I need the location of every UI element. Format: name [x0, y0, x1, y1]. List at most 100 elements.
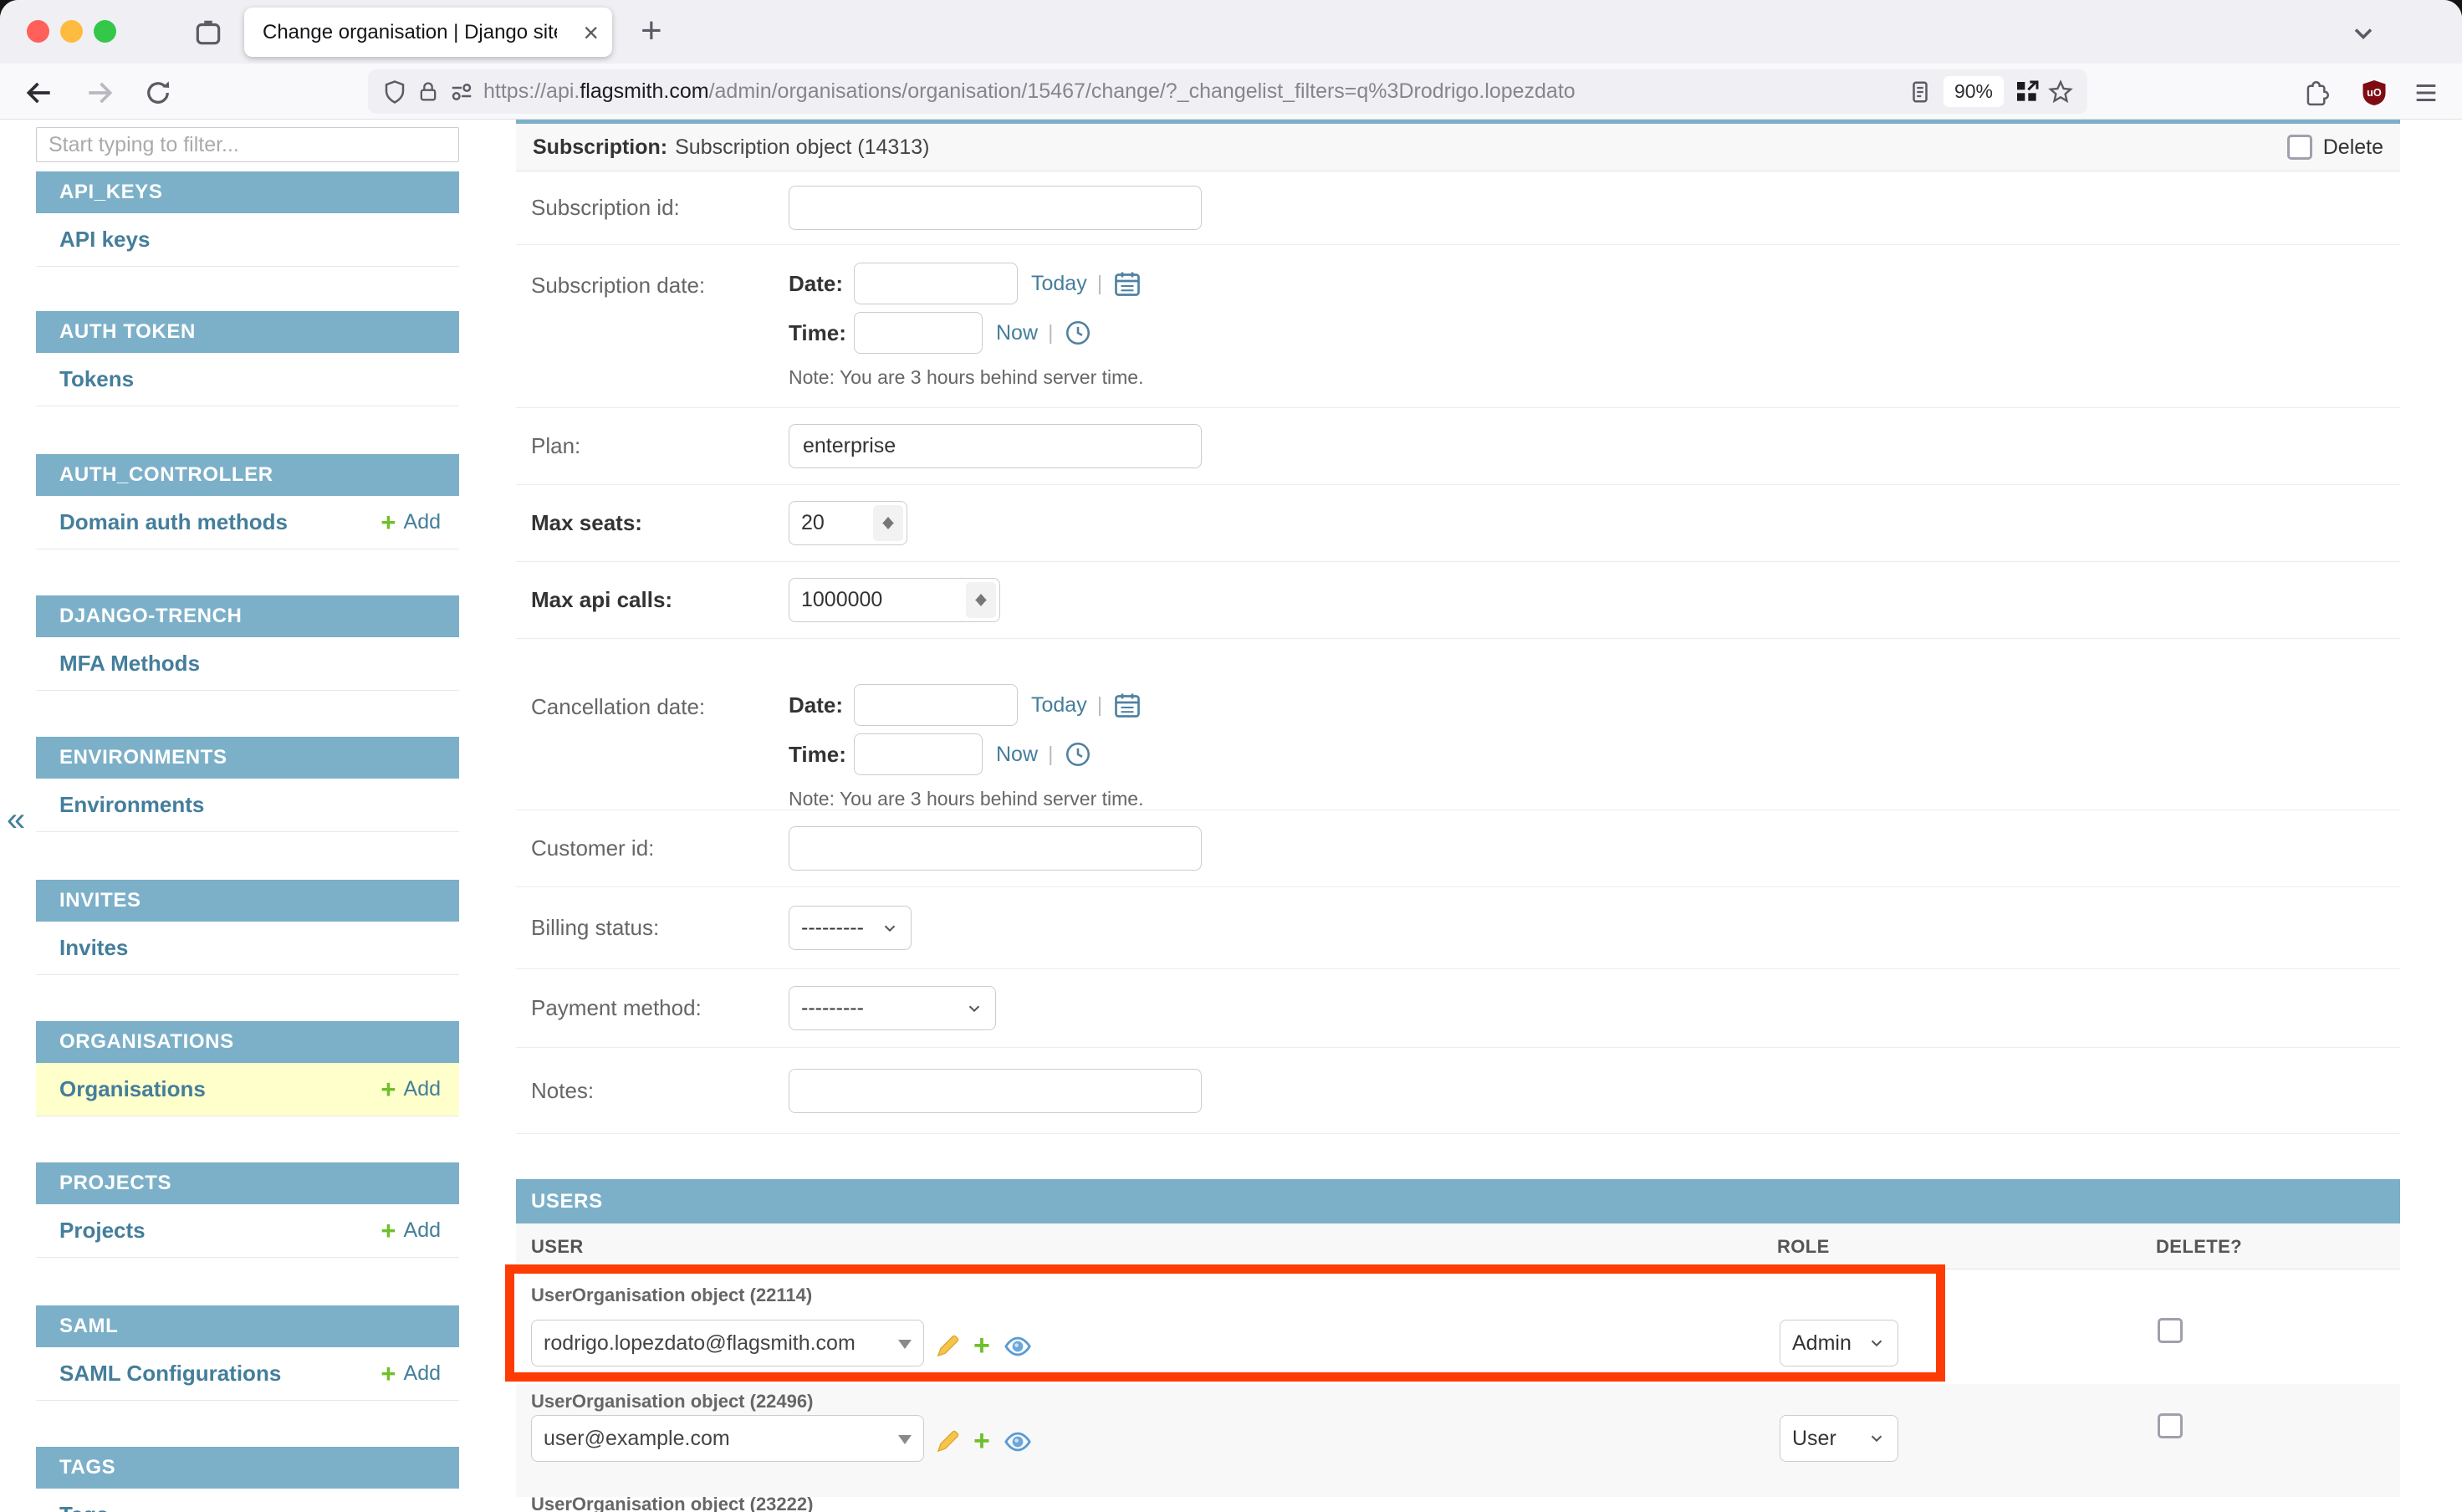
ublock-origin-icon[interactable]: uO: [2355, 74, 2393, 112]
today-link[interactable]: Today: [1031, 272, 1087, 296]
add-organisation-link[interactable]: +Add: [381, 1076, 441, 1102]
plus-icon: +: [381, 1361, 396, 1387]
today-link[interactable]: Today: [1031, 693, 1087, 718]
edit-pencil-icon[interactable]: [935, 1429, 960, 1454]
subscription-date-input[interactable]: [854, 263, 1018, 304]
browser-tab[interactable]: Change organisation | Django site admin …: [244, 8, 612, 57]
user-row: UserOrganisation object (23222): [516, 1497, 2400, 1512]
max-seats-stepper[interactable]: [789, 501, 907, 545]
plus-icon: +: [381, 1076, 396, 1102]
sidebar-item-api-keys[interactable]: API keys: [36, 213, 459, 267]
add-project-link[interactable]: +Add: [381, 1218, 441, 1244]
now-link[interactable]: Now: [996, 321, 1038, 345]
reader-view-icon[interactable]: [1903, 75, 1937, 109]
user-select[interactable]: user@example.com: [531, 1415, 924, 1462]
role-select[interactable]: User: [1780, 1415, 1898, 1462]
sidebar-item-mfa-methods[interactable]: MFA Methods: [36, 637, 459, 691]
billing-status-select[interactable]: ---------: [789, 906, 912, 950]
extensions-puzzle-icon[interactable]: [2298, 74, 2337, 112]
sidebar-section-projects: PROJECTS: [36, 1162, 459, 1204]
subscription-id-input[interactable]: [789, 186, 1202, 230]
sidebar-item-saml-configurations[interactable]: SAML Configurations +Add: [36, 1347, 459, 1401]
spinner-arrows-icon[interactable]: [966, 582, 996, 618]
zoom-level-indicator[interactable]: 90%: [1944, 76, 2004, 107]
plan-input[interactable]: [789, 424, 1202, 468]
notes-input[interactable]: [789, 1069, 1202, 1113]
view-eye-icon[interactable]: [1004, 1428, 1032, 1456]
view-eye-icon[interactable]: [1004, 1332, 1032, 1361]
minimize-window-button[interactable]: [60, 20, 83, 43]
sidebar-item-projects[interactable]: Projects +Add: [36, 1204, 459, 1258]
now-link[interactable]: Now: [996, 743, 1038, 767]
back-button[interactable]: [22, 75, 57, 110]
url-bar[interactable]: https://api.flagsmith.com/admin/organisa…: [368, 69, 2087, 114]
notes-label: Notes:: [531, 1078, 789, 1104]
forward-button[interactable]: [82, 75, 117, 110]
user-organisation-object-label: UserOrganisation object (23222): [531, 1494, 813, 1512]
calendar-icon[interactable]: [1112, 690, 1142, 720]
reload-button[interactable]: [140, 75, 176, 110]
time-sublabel: Time:: [789, 320, 854, 346]
browser-toolbar: https://api.flagsmith.com/admin/organisa…: [0, 64, 2462, 120]
add-plus-icon[interactable]: +: [973, 1425, 990, 1458]
extension-squares-icon[interactable]: [2010, 75, 2044, 109]
sidebar-section-environments: ENVIRONMENTS: [36, 737, 459, 779]
delete-user-checkbox[interactable]: [2158, 1413, 2183, 1438]
clock-icon[interactable]: [1064, 319, 1092, 347]
spinner-arrows-icon[interactable]: [873, 505, 903, 541]
url-text: https://api.flagsmith.com/admin/organisa…: [483, 79, 1903, 104]
sidebar-item-organisations[interactable]: Organisations +Add: [36, 1063, 459, 1116]
bookmark-star-icon[interactable]: [2044, 75, 2077, 109]
permissions-icon[interactable]: [445, 75, 478, 109]
sidebar-section-auth-controller: AUTH_CONTROLLER: [36, 454, 459, 496]
column-delete: DELETE?: [2156, 1236, 2242, 1258]
delete-user-checkbox[interactable]: [2158, 1318, 2183, 1343]
user-select[interactable]: rodrigo.lopezdato@flagsmith.com: [531, 1320, 924, 1366]
add-saml-configuration-link[interactable]: +Add: [381, 1361, 441, 1387]
tab-close-icon[interactable]: ×: [583, 19, 599, 46]
plus-icon: +: [381, 1218, 396, 1244]
sidebar-collapse-icon[interactable]: «: [7, 801, 25, 839]
cancellation-time-input[interactable]: [854, 733, 983, 775]
sidebar-item-domain-auth-methods[interactable]: Domain auth methods +Add: [36, 496, 459, 549]
max-api-calls-stepper[interactable]: [789, 578, 1000, 622]
calendar-icon[interactable]: [1112, 268, 1142, 299]
tab-list-chevron-icon[interactable]: [2348, 18, 2378, 49]
dropdown-arrow-icon: [898, 1340, 912, 1356]
users-table-header: USER ROLE DELETE?: [516, 1223, 2400, 1269]
delete-label: Delete: [2323, 135, 2383, 160]
user-row: UserOrganisation object (22496) user@exa…: [516, 1384, 2400, 1497]
tab-bar: Change organisation | Django site admin …: [0, 0, 2462, 64]
column-role: ROLE: [1777, 1236, 1830, 1258]
delete-subscription-checkbox[interactable]: [2287, 135, 2312, 160]
form-row-billing-status: Billing status: ---------: [516, 887, 2400, 969]
payment-method-select[interactable]: ---------: [789, 986, 996, 1030]
add-domain-auth-method-link[interactable]: +Add: [381, 509, 441, 535]
edit-pencil-icon[interactable]: [935, 1334, 960, 1359]
column-user: USER: [531, 1236, 584, 1258]
subscription-time-input[interactable]: [854, 312, 983, 354]
module-title-bold: Subscription:: [533, 135, 667, 160]
maximize-window-button[interactable]: [94, 20, 116, 43]
plus-icon: +: [381, 509, 396, 535]
tracking-protection-shield-icon[interactable]: [378, 75, 411, 109]
cancellation-date-input[interactable]: [854, 684, 1018, 726]
sidebar-item-invites[interactable]: Invites: [36, 922, 459, 975]
sidebar-item-tokens[interactable]: Tokens: [36, 353, 459, 406]
clock-icon[interactable]: [1064, 740, 1092, 769]
add-plus-icon[interactable]: +: [973, 1330, 990, 1362]
form-row-max-api-calls: Max api calls:: [516, 562, 2400, 639]
lock-icon[interactable]: [411, 75, 445, 109]
plan-label: Plan:: [531, 433, 789, 459]
close-window-button[interactable]: [27, 20, 49, 43]
customer-id-input[interactable]: [789, 826, 1202, 871]
sidebar-item-environments[interactable]: Environments: [36, 779, 459, 832]
subscription-date-label: Subscription date:: [531, 273, 789, 299]
sidebar-section-tags: TAGS: [36, 1447, 459, 1489]
role-select[interactable]: Admin: [1780, 1320, 1898, 1366]
sidebar-item-tags[interactable]: Tags: [36, 1489, 459, 1512]
sidebar-filter-input[interactable]: [36, 127, 459, 162]
hamburger-menu-icon[interactable]: [2407, 74, 2445, 112]
new-tab-button[interactable]: +: [641, 10, 662, 52]
firefox-view-icon[interactable]: [191, 15, 226, 50]
